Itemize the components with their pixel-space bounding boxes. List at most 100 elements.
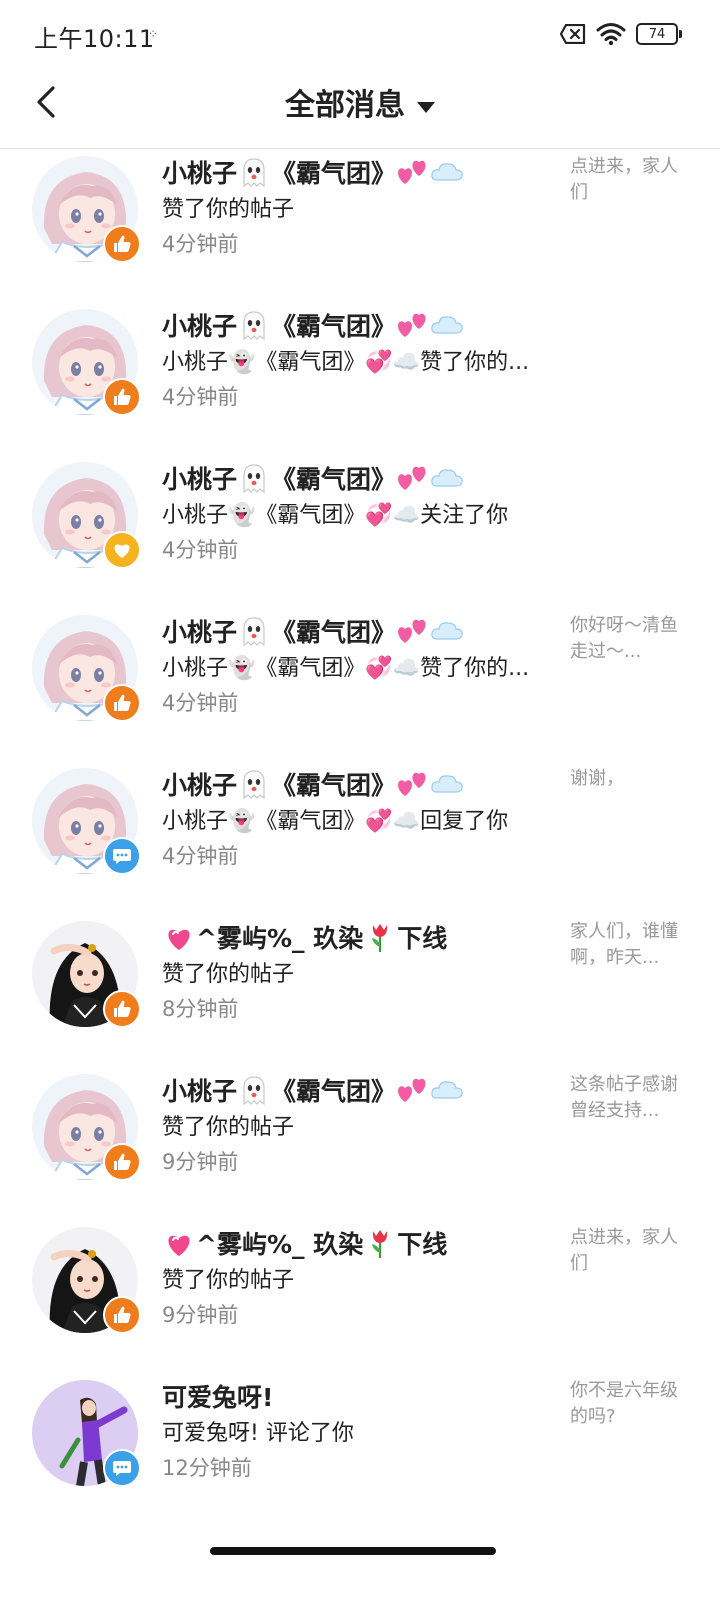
battery-indicator: 74 <box>636 23 682 45</box>
message-time: 4分钟前 <box>162 844 239 868</box>
sender-name-part: 小桃子 <box>162 618 238 647</box>
ghost-emoji-icon <box>243 464 265 494</box>
sender-name-group: 《霸气团》 <box>271 618 397 647</box>
heart-emoji-icon <box>168 929 190 950</box>
ghost-emoji-icon <box>243 770 265 800</box>
message-time: 4分钟前 <box>162 232 239 256</box>
two-hearts-emoji-icon <box>398 1078 426 1102</box>
message-time: 9分钟前 <box>162 1303 239 1327</box>
thumbs-up-icon <box>114 235 131 252</box>
heart-emoji-icon <box>168 1235 190 1256</box>
sender-name-group: 《霸气团》 <box>271 1077 397 1106</box>
sender-name[interactable]: 小桃子 《霸气团》 <box>162 1072 464 1108</box>
notification-dots-icon: ⁘ <box>148 27 159 41</box>
message-time: 8分钟前 <box>162 997 239 1021</box>
thumbs-up-icon <box>114 1153 131 1170</box>
notification-badge <box>103 378 141 416</box>
post-preview-text[interactable]: 家人们，谁懂啊，昨天... <box>570 919 680 971</box>
sender-name-part: 小桃子 <box>162 159 238 188</box>
cloud-emoji-icon <box>431 622 463 640</box>
message-action-text: 小桃子👻《霸气团》💞☁️赞了你的... <box>162 656 530 681</box>
message-item[interactable]: 小桃子 《霸气团》 小桃子👻《霸气团》💞☁️赞了你的... 4分钟前 <box>0 303 720 456</box>
message-list[interactable]: 小桃子 《霸气团》 赞了你的帖子 4分钟前 点进来，家人们 小桃子 《霸气团》 小桃子👻《霸气… <box>0 150 720 1535</box>
cloud-emoji-icon <box>431 1081 463 1099</box>
two-hearts-emoji-icon <box>398 772 426 796</box>
post-preview-text[interactable]: 你不是六年级的吗? <box>570 1378 680 1430</box>
message-action-text: 赞了你的帖子 <box>162 197 295 222</box>
message-time: 4分钟前 <box>162 385 239 409</box>
cloud-emoji-icon <box>431 163 463 181</box>
tulip-emoji-icon <box>372 924 388 952</box>
thumbs-up-icon <box>114 1000 131 1017</box>
thumbs-up-icon <box>114 1306 131 1323</box>
sender-name[interactable]: 小桃子 《霸气团》 <box>162 766 464 802</box>
sender-name[interactable]: 小桃子 《霸气团》 <box>162 613 464 649</box>
caret-down-icon[interactable] <box>417 102 435 113</box>
battery-level: 74 <box>648 26 666 42</box>
tulip-emoji-icon <box>372 1230 388 1258</box>
cloud-emoji-icon <box>431 469 463 487</box>
message-time: 4分钟前 <box>162 691 239 715</box>
notification-badge <box>103 1143 141 1181</box>
sender-name[interactable]: 小桃子 《霸气团》 <box>162 460 464 496</box>
sender-name-part: 小桃子 <box>162 312 238 341</box>
notification-badge <box>103 684 141 722</box>
message-item[interactable]: 小桃子 《霸气团》小桃子👻《霸气团》💞☁️赞了你的... 4分钟前 你好呀～清鱼走过～… <box>0 609 720 762</box>
notification-badge <box>103 990 141 1028</box>
post-preview-text[interactable]: 点进来，家人们 <box>570 1225 680 1277</box>
header: 全部消息 <box>0 64 720 149</box>
two-hearts-emoji-icon <box>398 160 426 184</box>
message-item[interactable]: 小桃子 《霸气团》赞了你的帖子 4分钟前 点进来，家人们 <box>0 150 720 303</box>
heart-icon <box>114 544 130 558</box>
notification-badge <box>103 225 141 263</box>
status-bar: 上午10:11 ⁘ 74 <box>0 0 720 64</box>
home-indicator[interactable] <box>210 1547 496 1555</box>
sender-name-group: 《霸气团》 <box>271 159 397 188</box>
message-item[interactable]: 小桃子 《霸气团》小桃子👻《霸气团》💞☁️关注了你 4分钟前 <box>0 456 720 609</box>
post-preview-text[interactable]: 谢谢， <box>570 766 680 792</box>
page-title[interactable]: 全部消息 <box>285 88 405 123</box>
message-item[interactable]: 可爱兔呀! 可爱兔呀! 评论了你 12分钟前 你不是六年级的吗? <box>0 1374 720 1527</box>
post-preview-text[interactable]: 这条帖子感谢曾经支持... <box>570 1072 680 1124</box>
sender-name-group: 《霸气团》 <box>271 771 397 800</box>
message-time: 12分钟前 <box>162 1456 252 1480</box>
ghost-emoji-icon <box>243 158 265 188</box>
post-preview-text[interactable]: 点进来，家人们 <box>570 154 680 206</box>
message-item[interactable]: ^雾屿%_ 玖染 下线 赞了你的帖子 8分钟前 家人们，谁懂啊，昨天... <box>0 915 720 1068</box>
ghost-emoji-icon <box>243 617 265 647</box>
message-action-text: 小桃子👻《霸气团》💞☁️关注了你 <box>162 503 509 528</box>
ghost-emoji-icon <box>243 311 265 341</box>
sender-name-suffix: 下线 <box>397 924 448 953</box>
two-hearts-emoji-icon <box>398 313 426 337</box>
notification-badge <box>103 837 141 875</box>
sender-name[interactable]: 小桃子 《霸气团》 <box>162 307 464 343</box>
notification-badge <box>103 1449 141 1487</box>
sender-name-part: ^雾屿%_ 玖染 <box>196 1230 364 1259</box>
sender-name-part: 小桃子 <box>162 465 238 494</box>
no-sim-icon <box>560 24 586 44</box>
sender-name[interactable]: 可爱兔呀! <box>162 1378 273 1414</box>
cloud-emoji-icon <box>431 775 463 793</box>
sender-name-part: 小桃子 <box>162 771 238 800</box>
message-action-text: 赞了你的帖子 <box>162 1268 295 1293</box>
message-action-text: 赞了你的帖子 <box>162 1115 295 1140</box>
status-icons: 74 <box>560 20 682 48</box>
message-time: 9分钟前 <box>162 1150 239 1174</box>
sender-name[interactable]: 小桃子 《霸气团》 <box>162 154 464 190</box>
two-hearts-emoji-icon <box>398 466 426 490</box>
message-action-text: 可爱兔呀! 评论了你 <box>162 1421 354 1446</box>
ghost-emoji-icon <box>243 1076 265 1106</box>
sender-name[interactable]: ^雾屿%_ 玖染 下线 <box>162 919 447 955</box>
sender-name-group: 《霸气团》 <box>271 312 397 341</box>
wifi-icon <box>596 23 626 46</box>
message-action-text: 小桃子👻《霸气团》💞☁️回复了你 <box>162 809 509 834</box>
notification-badge <box>103 1296 141 1334</box>
message-item[interactable]: 小桃子 《霸气团》赞了你的帖子 9分钟前 这条帖子感谢曾经支持... <box>0 1068 720 1221</box>
message-time: 4分钟前 <box>162 538 239 562</box>
sender-name[interactable]: ^雾屿%_ 玖染 下线 <box>162 1225 447 1261</box>
message-item[interactable]: ^雾屿%_ 玖染 下线赞了你的帖子 9分钟前 点进来，家人们 <box>0 1221 720 1374</box>
message-item[interactable]: 小桃子 《霸气团》小桃子👻《霸气团》💞☁️回复了你 4分钟前 谢谢， <box>0 762 720 915</box>
sender-name-suffix: 下线 <box>397 1230 448 1259</box>
post-preview-text[interactable]: 你好呀～清鱼走过～... <box>570 613 680 665</box>
title-dropdown[interactable]: 全部消息 <box>0 80 720 124</box>
